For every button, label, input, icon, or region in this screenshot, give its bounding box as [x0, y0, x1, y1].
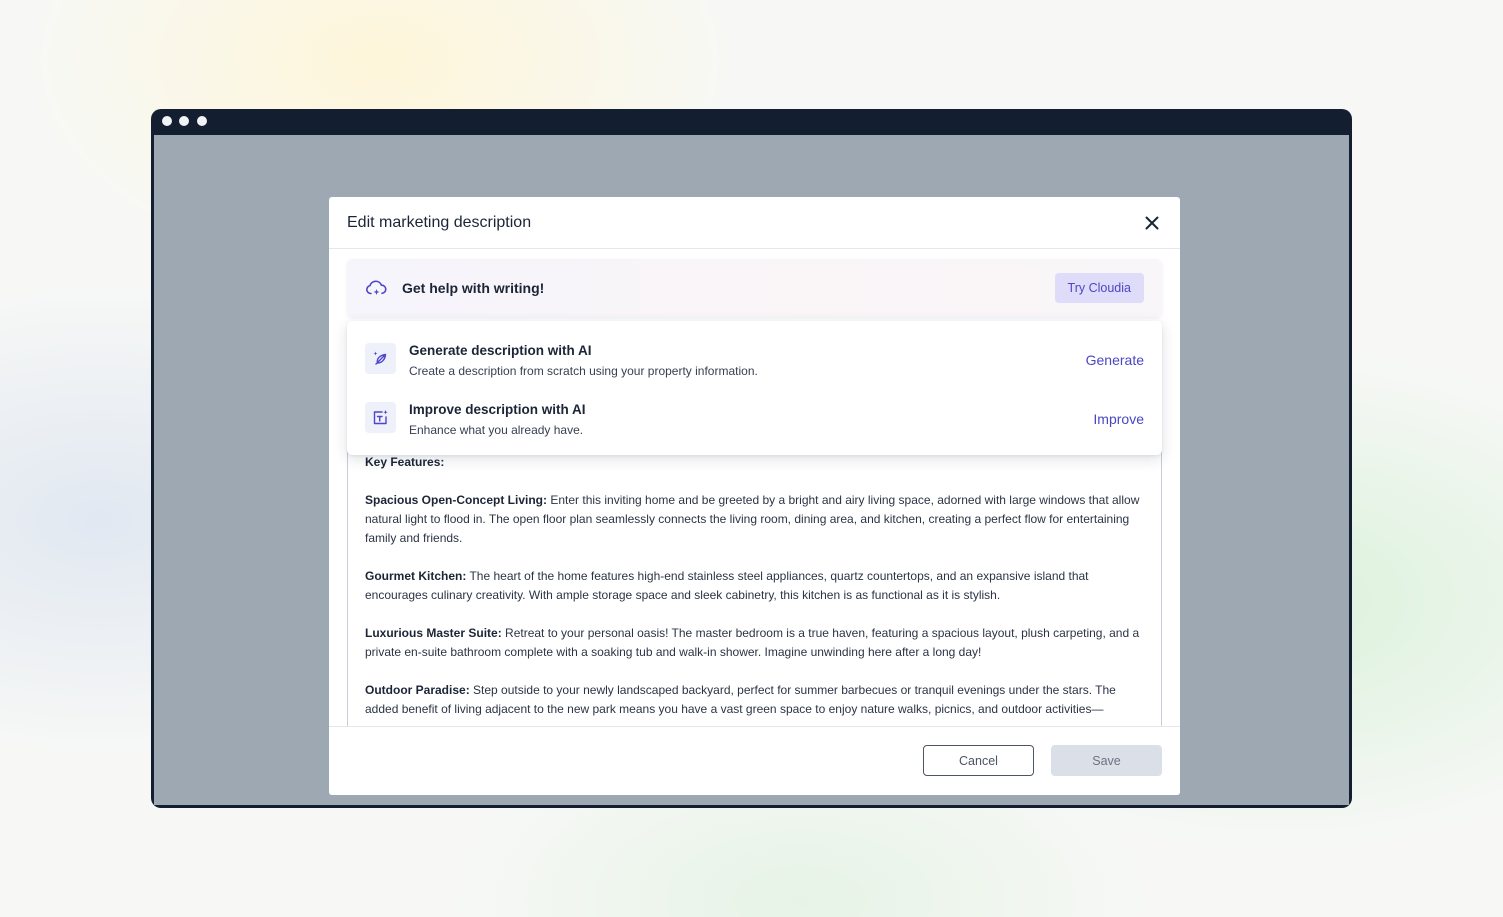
generate-button[interactable]: Generate	[1086, 352, 1144, 368]
window-dot-icon	[162, 116, 172, 126]
ai-option-title: Generate description with AI	[409, 343, 592, 358]
save-button[interactable]: Save	[1051, 745, 1162, 776]
description-paragraph: Gourmet Kitchen: The heart of the home f…	[365, 567, 1145, 605]
ai-option-generate[interactable]: Generate description with AI Create a de…	[347, 321, 1162, 380]
modal-header: Edit marketing description	[329, 197, 1180, 249]
paragraph-label: Spacious Open-Concept Living:	[365, 493, 548, 507]
paragraph-label: Gourmet Kitchen:	[365, 569, 467, 583]
close-icon	[1145, 216, 1159, 230]
modal-overlay: Edit marketing description Get help with…	[154, 135, 1349, 805]
ai-options-dropdown: Generate description with AI Create a de…	[347, 321, 1162, 455]
text-sparkle-icon	[365, 402, 396, 433]
ai-option-title: Improve description with AI	[409, 402, 586, 417]
paragraph-label: Luxurious Master Suite:	[365, 626, 502, 640]
window-titlebar	[151, 109, 1352, 135]
cancel-button[interactable]: Cancel	[923, 745, 1034, 776]
description-heading: Key Features:	[365, 455, 445, 469]
description-paragraph: Outdoor Paradise: Step outside to your n…	[365, 681, 1145, 719]
helper-text: Get help with writing!	[402, 280, 545, 296]
improve-button[interactable]: Improve	[1093, 411, 1144, 427]
ai-option-subtitle: Enhance what you already have.	[409, 423, 584, 437]
window-dot-icon	[179, 116, 189, 126]
ai-option-subtitle: Create a description from scratch using …	[409, 364, 758, 378]
description-paragraph: Luxurious Master Suite: Retreat to your …	[365, 624, 1145, 662]
ai-option-improve[interactable]: Improve description with AI Enhance what…	[347, 380, 1162, 439]
description-paragraph: Spacious Open-Concept Living: Enter this…	[365, 491, 1145, 548]
try-cloudia-button[interactable]: Try Cloudia	[1054, 273, 1144, 303]
browser-window: Edit marketing description Get help with…	[151, 109, 1352, 808]
modal-title: Edit marketing description	[347, 214, 532, 231]
window-dot-icon	[197, 116, 207, 126]
cloud-sparkle-icon	[366, 280, 387, 295]
close-button[interactable]	[1142, 213, 1162, 233]
paragraph-label: Outdoor Paradise:	[365, 683, 470, 697]
paragraph-text: Step outside to your newly landscaped ba…	[365, 683, 1116, 716]
writing-helper-banner: Get help with writing! Try Cloudia	[347, 259, 1162, 317]
paragraph-text: The heart of the home features high-end …	[365, 569, 1089, 602]
modal-footer: Cancel Save	[329, 726, 1180, 795]
edit-description-modal: Edit marketing description Get help with…	[329, 197, 1180, 795]
feather-sparkle-icon	[365, 343, 396, 374]
